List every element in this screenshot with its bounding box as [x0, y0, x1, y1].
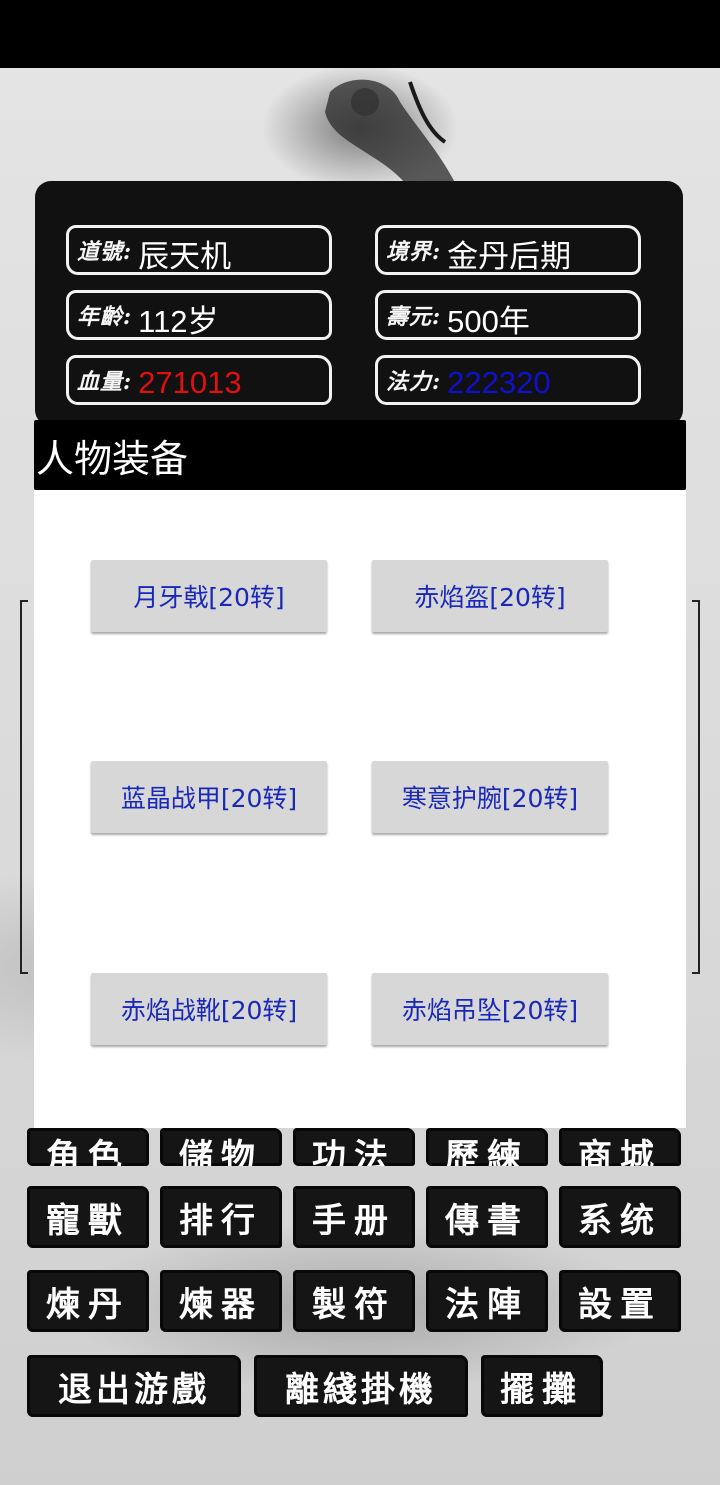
menu-button-ranking[interactable]: 排行: [160, 1186, 282, 1248]
equip-weapon-button[interactable]: 月牙戟[20转]: [91, 560, 327, 632]
equip-boots-button[interactable]: 赤焰战靴[20转]: [91, 973, 327, 1045]
menu-button-mail[interactable]: 傳書: [426, 1186, 548, 1248]
equip-armor-button[interactable]: 蓝晶战甲[20转]: [91, 761, 327, 833]
stat-shouyuan: 壽元: 500年: [375, 290, 641, 340]
menu-button-role[interactable]: 角色: [27, 1128, 149, 1166]
scroll-frame-left: [20, 600, 28, 974]
stat-value: 辰天机: [138, 238, 232, 274]
stat-label: 年齡:: [77, 304, 133, 330]
menu-button-storage[interactable]: 儲物: [160, 1128, 282, 1166]
stat-fali: 法力: 222320: [375, 355, 641, 405]
stat-daohao: 道號: 辰天机: [66, 225, 332, 275]
dialog-title: 人物装备: [36, 437, 189, 481]
stat-value: 500年: [447, 303, 530, 339]
dialog-header: 人物装备: [34, 420, 686, 490]
menu-button-system[interactable]: 系统: [559, 1186, 681, 1248]
menu-button-formation[interactable]: 法陣: [426, 1270, 548, 1332]
menu-button-settings[interactable]: 設置: [559, 1270, 681, 1332]
stat-label: 壽元:: [386, 304, 442, 330]
stat-xueliang: 血量: 271013: [66, 355, 332, 405]
menu-button-shop[interactable]: 商城: [559, 1128, 681, 1166]
stat-label: 境界:: [386, 239, 442, 265]
stat-label: 血量:: [77, 369, 133, 395]
menu-button-alchemy[interactable]: 煉丹: [27, 1270, 149, 1332]
menu-button-manual[interactable]: 手册: [293, 1186, 415, 1248]
menu-button-training[interactable]: 歷練: [426, 1128, 548, 1166]
equip-helmet-button[interactable]: 赤焰盔[20转]: [372, 560, 608, 632]
stat-nianling: 年齡: 112岁: [66, 290, 332, 340]
stat-value: 金丹后期: [447, 238, 572, 274]
scroll-frame-right: [692, 600, 700, 974]
character-stats-panel: 道號: 辰天机 境界: 金丹后期 年齡: 112岁 壽元: 500年 血量: 2…: [35, 181, 683, 426]
menu-button-skills[interactable]: 功法: [293, 1128, 415, 1166]
stat-jingjie: 境界: 金丹后期: [375, 225, 641, 275]
menu-button-exit-game[interactable]: 退出游戲: [27, 1355, 241, 1417]
menu-button-stall[interactable]: 擺攤: [481, 1355, 603, 1417]
menu-button-talisman[interactable]: 製符: [293, 1270, 415, 1332]
menu-button-forging[interactable]: 煉器: [160, 1270, 282, 1332]
mp-value: 222320: [447, 365, 551, 400]
menu-button-pets[interactable]: 寵獸: [27, 1186, 149, 1248]
status-bar: [0, 0, 720, 68]
stat-label: 法力:: [386, 369, 442, 395]
equip-bracer-button[interactable]: 寒意护腕[20转]: [372, 761, 608, 833]
hp-value: 271013: [138, 365, 242, 400]
menu-button-offline-idle[interactable]: 離綫掛機: [254, 1355, 468, 1417]
equip-pendant-button[interactable]: 赤焰吊坠[20转]: [372, 973, 608, 1045]
stat-value: 112岁: [138, 303, 219, 339]
stat-label: 道號:: [77, 239, 133, 265]
equipment-dialog: 月牙戟[20转] 赤焰盔[20转] 蓝晶战甲[20转] 寒意护腕[20转] 赤焰…: [34, 490, 686, 1128]
